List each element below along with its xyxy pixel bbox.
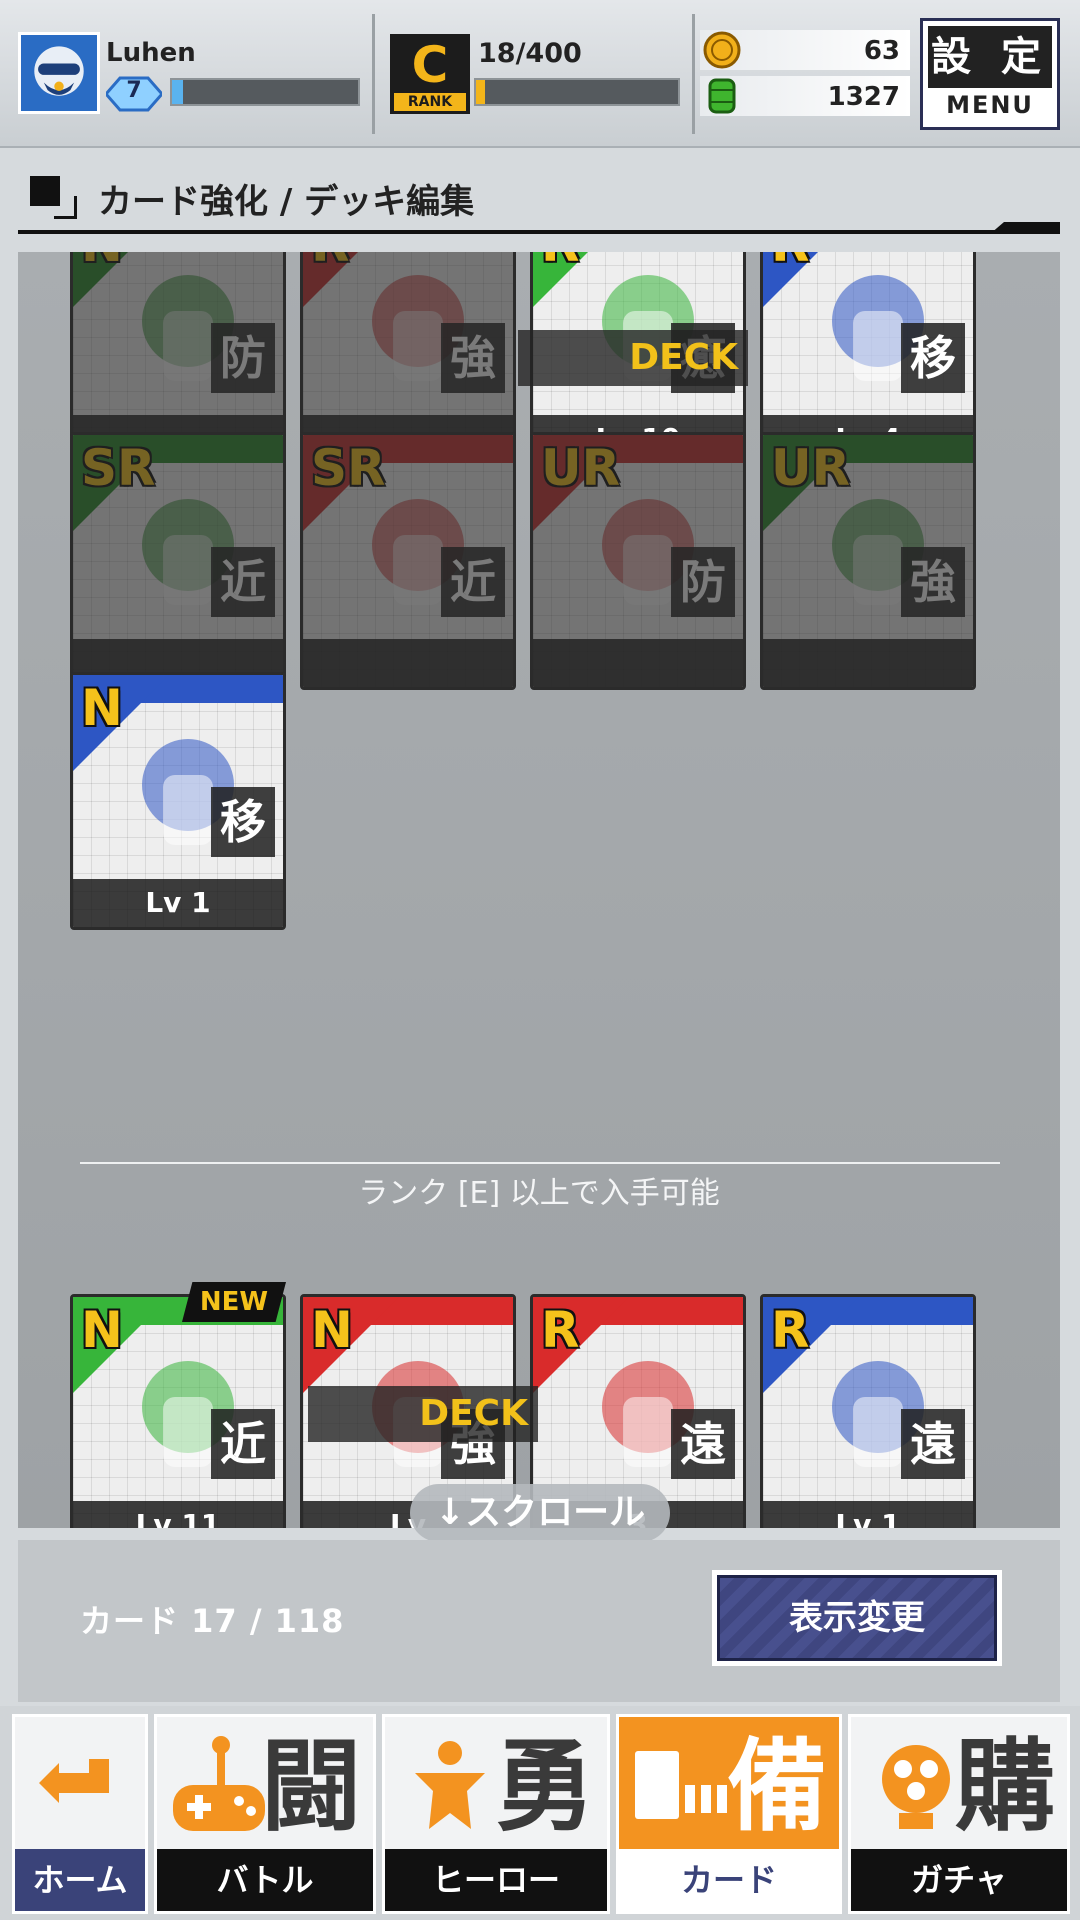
section-divider xyxy=(80,1162,1000,1164)
nav-hero-label: ヒーロー xyxy=(385,1849,607,1911)
player-level: 7 xyxy=(126,78,142,103)
rank-letter: C xyxy=(411,36,449,94)
card-disabled-overlay xyxy=(73,435,283,687)
green-currency-row: 1327 xyxy=(700,76,910,116)
card-rarity: R xyxy=(541,252,580,273)
divider xyxy=(692,14,695,134)
rank-requirement-text: ランク [E] 以上で入手可能 xyxy=(358,1176,720,1211)
gold-coin-row: 63 xyxy=(700,30,910,70)
nav-home-label: ホーム xyxy=(15,1849,145,1911)
card-tile[interactable]: UR強 xyxy=(760,432,976,690)
card-rarity: R xyxy=(771,252,810,273)
menu-kanji: 設 定 xyxy=(928,26,1052,88)
nav-home[interactable]: ホーム xyxy=(12,1714,148,1914)
card-level: Lv 11 xyxy=(73,1501,283,1528)
username: Luhen xyxy=(106,38,196,68)
card-list-panel[interactable]: N防R強R癒Lv 10DECKR移Lv 4SR近SR近UR防UR強N移Lv 1ラ… xyxy=(18,252,1060,1528)
card-level: Lv 1 xyxy=(73,879,283,927)
status-bar: Luhen 7 C RANK 18/400 63 1327 設 定 MENU xyxy=(0,0,1080,148)
nav-hero[interactable]: 勇 ヒーロー xyxy=(382,1714,610,1914)
card-rarity: N xyxy=(81,679,123,737)
display-change-button[interactable]: 表示変更 xyxy=(712,1570,1002,1666)
green-barrel-icon xyxy=(702,76,742,116)
card-rarity: R xyxy=(771,1301,810,1359)
nav-battle[interactable]: 闘 バトル xyxy=(154,1714,376,1914)
card-tile[interactable]: UR防 xyxy=(530,432,746,690)
hero-figure-icon xyxy=(395,1729,505,1849)
player-avatar[interactable] xyxy=(18,32,100,114)
card-tile[interactable]: N 近 Lv 11 xyxy=(70,1294,286,1528)
rank-badge: C RANK xyxy=(390,34,470,114)
nav-card[interactable]: 備 カード xyxy=(616,1714,842,1914)
nav-gacha-label: ガチャ xyxy=(851,1849,1067,1911)
card-type: 移 xyxy=(211,787,275,857)
card-type: 近 xyxy=(211,1409,275,1479)
card-type: 遠 xyxy=(901,1409,965,1479)
title-corner-icon xyxy=(54,196,77,219)
deck-tag: DECK xyxy=(308,1386,538,1442)
rank-bar xyxy=(474,78,680,106)
card-type: 遠 xyxy=(671,1409,735,1479)
bottom-nav: ホーム 闘 バトル 勇 ヒーロー 備 カード 購 ガチャ xyxy=(0,1706,1080,1920)
gold-coin-icon xyxy=(702,30,742,70)
display-change-label: 表示変更 xyxy=(717,1575,997,1661)
nav-battle-label: バトル xyxy=(157,1849,373,1911)
rank-progress-text: 18/400 xyxy=(478,38,582,69)
card-tile[interactable]: N 移 Lv 1 xyxy=(70,672,286,930)
card-rarity: R xyxy=(541,1301,580,1359)
nav-gacha-kanji: 購 xyxy=(955,1728,1055,1845)
back-arrow-icon xyxy=(29,1729,129,1849)
card-level: Lv 1 xyxy=(763,1501,973,1528)
rank-label: RANK xyxy=(394,93,466,111)
title-underline-tab xyxy=(990,222,1060,234)
title-underline xyxy=(18,230,1060,234)
nav-card-label: カード xyxy=(619,1849,839,1911)
menu-button[interactable]: 設 定 MENU xyxy=(920,18,1060,130)
page-title: カード強化 / デッキ編集 xyxy=(98,182,475,222)
card-tile[interactable]: R 遠 Lv 1 xyxy=(760,1294,976,1528)
card-disabled-overlay xyxy=(763,435,973,687)
card-type: 移 xyxy=(901,323,965,393)
green-currency-count: 1327 xyxy=(827,82,900,112)
card-rarity: N xyxy=(311,1301,353,1359)
new-badge: NEW xyxy=(182,1282,286,1322)
card-tile[interactable]: SR近 xyxy=(70,432,286,690)
card-tile[interactable]: SR近 xyxy=(300,432,516,690)
deck-tag: DECK xyxy=(518,330,748,386)
menu-label: MENU xyxy=(946,91,1034,119)
nav-battle-kanji: 闘 xyxy=(261,1728,361,1845)
exp-bar xyxy=(170,78,360,106)
nav-card-kanji: 備 xyxy=(727,1728,827,1845)
scroll-hint: ↓スクロール xyxy=(410,1484,670,1542)
divider xyxy=(372,14,375,134)
card-disabled-overlay xyxy=(303,435,513,687)
card-count: カード 17 / 118 xyxy=(80,1602,345,1640)
gold-coin-count: 63 xyxy=(863,36,900,66)
hero-mask-icon xyxy=(34,46,84,96)
nav-hero-kanji: 勇 xyxy=(495,1728,595,1845)
card-disabled-overlay xyxy=(533,435,743,687)
card-deck-icon xyxy=(629,1729,739,1849)
page-title-bar: カード強化 / デッキ編集 xyxy=(18,160,1060,234)
nav-gacha[interactable]: 購 ガチャ xyxy=(848,1714,1070,1914)
card-footer-panel: カード 17 / 118 表示変更 xyxy=(18,1540,1060,1702)
card-rarity: N xyxy=(81,1301,123,1359)
